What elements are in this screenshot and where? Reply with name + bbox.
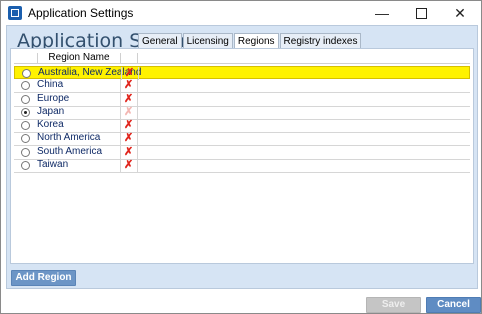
region-row[interactable]: Australia, New Zealand ✗ xyxy=(14,66,470,80)
settings-window: Application Settings — ✕ Application Set… xyxy=(0,0,482,314)
region-row[interactable]: Europe ✗ xyxy=(14,92,470,107)
cell-divider xyxy=(120,105,121,119)
tab-licensing[interactable]: Licensing xyxy=(182,33,233,49)
region-name: Taiwan xyxy=(37,158,69,170)
app-icon xyxy=(8,6,22,20)
maximize-icon xyxy=(415,7,427,19)
region-radio[interactable] xyxy=(21,160,30,170)
delete-region-icon[interactable]: ✗ xyxy=(124,93,133,105)
region-radio[interactable] xyxy=(22,69,31,78)
region-row[interactable]: Japan ✗ xyxy=(14,105,470,120)
cell-divider xyxy=(137,132,138,146)
region-radio[interactable] xyxy=(21,107,30,117)
region-radio[interactable] xyxy=(21,121,30,130)
region-name: Japan xyxy=(37,105,65,117)
delete-region-icon: ✗ xyxy=(124,105,134,118)
cell-divider xyxy=(120,145,121,159)
header-divider xyxy=(137,53,138,63)
region-row[interactable]: North America ✗ xyxy=(14,132,470,147)
delete-region-icon[interactable]: ✗ xyxy=(124,80,133,91)
cell-divider xyxy=(121,67,122,80)
region-name: Europe xyxy=(37,92,70,104)
cell-divider xyxy=(137,158,138,172)
region-row[interactable]: China ✗ xyxy=(14,79,470,94)
tab-registry-indexes[interactable]: Registry indexes xyxy=(279,33,362,49)
cell-divider xyxy=(120,158,121,172)
region-name-column-header[interactable]: Region Name xyxy=(38,52,120,63)
region-radio[interactable] xyxy=(21,81,30,91)
cell-divider xyxy=(120,92,121,106)
delete-region-icon[interactable]: ✗ xyxy=(124,120,133,131)
region-row[interactable]: Korea ✗ xyxy=(14,119,470,133)
region-name: North America xyxy=(37,132,101,144)
delete-region-icon[interactable]: ✗ xyxy=(124,159,133,171)
add-region-button[interactable]: Add Region xyxy=(11,270,76,286)
cancel-button[interactable]: Cancel xyxy=(426,297,481,313)
delete-region-icon[interactable]: ✗ xyxy=(124,146,133,158)
delete-region-icon[interactable]: ✗ xyxy=(124,133,133,144)
save-button[interactable]: Save xyxy=(366,297,421,313)
region-name: Korea xyxy=(37,119,64,130)
window-title: Application Settings xyxy=(28,6,134,20)
region-row[interactable]: Taiwan ✗ xyxy=(14,158,470,173)
cell-divider xyxy=(138,67,139,80)
header-divider xyxy=(37,53,38,63)
cell-divider xyxy=(137,105,138,119)
cell-divider xyxy=(137,119,138,132)
tab-bar: General Licensing Regions Registry indexes xyxy=(138,33,362,50)
cell-divider xyxy=(137,92,138,106)
region-radio[interactable] xyxy=(21,134,30,144)
cell-divider xyxy=(120,119,121,132)
settings-content: Application Settings General Licensing Reg… xyxy=(6,25,478,289)
cell-divider xyxy=(120,79,121,93)
region-radio[interactable] xyxy=(21,94,30,104)
delete-region-icon[interactable]: ✗ xyxy=(125,68,134,79)
region-name: China xyxy=(37,79,64,91)
region-row[interactable]: South America ✗ xyxy=(14,145,470,160)
title-bar[interactable]: Application Settings — ✕ xyxy=(1,1,481,25)
header-divider xyxy=(120,53,121,63)
region-radio[interactable] xyxy=(21,147,30,157)
grid-header: Region Name xyxy=(14,52,470,64)
cell-divider xyxy=(137,145,138,159)
cell-divider xyxy=(137,79,138,93)
close-button[interactable]: ✕ xyxy=(445,1,475,25)
minimize-button[interactable]: — xyxy=(367,1,397,25)
tab-general[interactable]: General xyxy=(138,33,182,49)
cell-divider xyxy=(120,132,121,146)
regions-panel: Region Name Australia, New Zealand ✗ China… xyxy=(10,48,474,264)
maximize-button[interactable] xyxy=(406,1,436,25)
region-name: South America xyxy=(37,145,103,157)
